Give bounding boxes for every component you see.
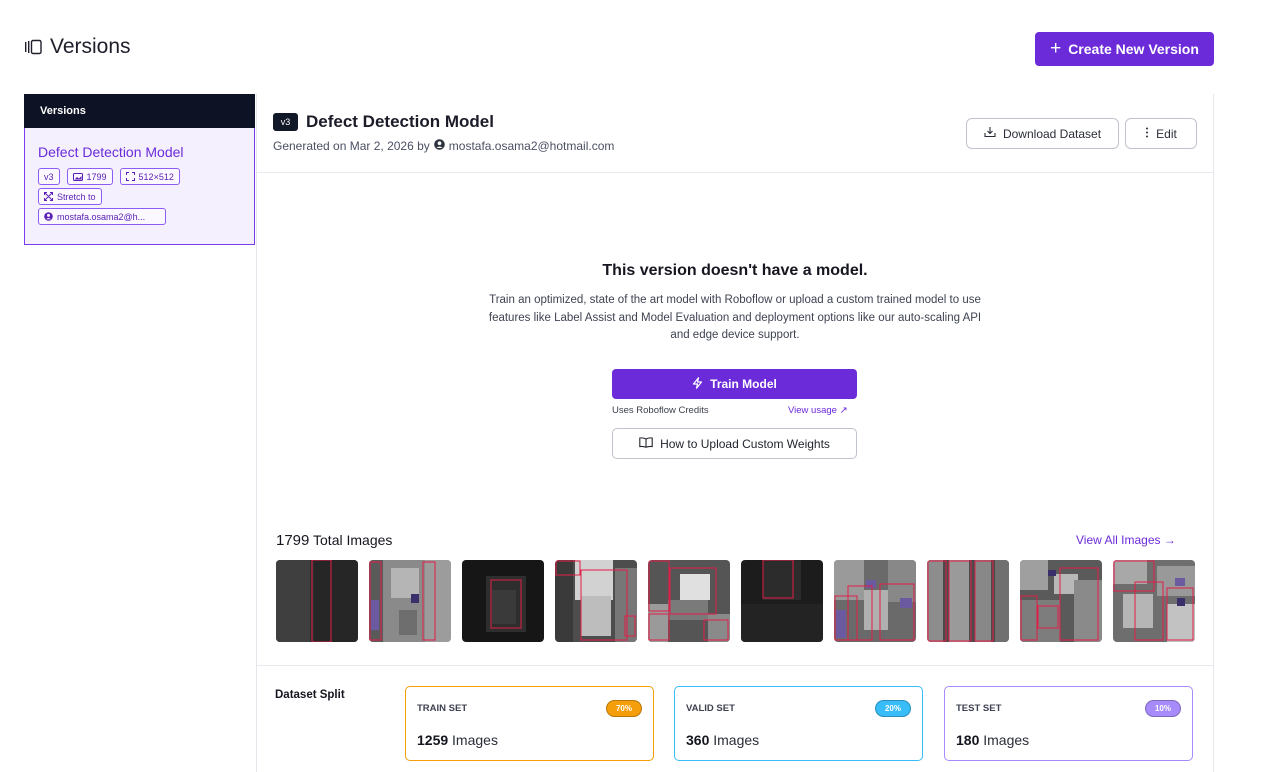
view-usage-link[interactable]: View usage ↗ xyxy=(788,405,848,416)
lightning-icon xyxy=(692,376,703,392)
train-set-name: TRAIN SET xyxy=(417,703,468,714)
version-card-v3[interactable]: Defect Detection Model v3 1799 512×512 S… xyxy=(24,128,255,245)
page-title: Versions xyxy=(24,35,131,59)
valid-set-count-value: 360 xyxy=(686,732,710,748)
versions-sidebar: Versions Defect Detection Model v3 1799 … xyxy=(24,94,255,245)
resize-chip-label: Stretch to xyxy=(57,191,96,202)
image-thumbnail[interactable] xyxy=(927,560,1009,642)
version-chip: v3 xyxy=(38,168,60,185)
image-thumbnails xyxy=(276,560,1195,642)
plus-icon: + xyxy=(1050,37,1062,59)
no-model-title: This version doesn't have a model. xyxy=(602,262,868,279)
version-badge: v3 xyxy=(273,113,298,131)
valid-set-name: VALID SET xyxy=(686,703,735,714)
total-images: 1799 Total Images xyxy=(276,532,392,549)
create-new-version-button[interactable]: + Create New Version xyxy=(1035,32,1214,66)
top-bar: Versions + Create New Version xyxy=(0,0,1266,94)
train-set-count-value: 1259 xyxy=(417,732,449,748)
upload-custom-weights-label: How to Upload Custom Weights xyxy=(660,436,830,451)
images-chip: 1799 xyxy=(66,168,113,185)
image-icon xyxy=(72,172,83,181)
version-card-title: Defect Detection Model xyxy=(38,144,184,160)
generated-user: mostafa.osama2@hotmail.com xyxy=(448,139,615,153)
no-model-description: Train an optimized, state of the art mod… xyxy=(488,294,982,341)
train-set-card: TRAIN SET 70% 1259 Images xyxy=(405,686,654,761)
image-thumbnail[interactable] xyxy=(834,560,916,642)
image-thumbnail[interactable] xyxy=(276,560,358,642)
valid-set-count: 360 Images xyxy=(686,732,759,748)
test-set-card: TEST SET 10% 180 Images xyxy=(944,686,1193,761)
train-model-button[interactable]: Train Model xyxy=(612,369,857,399)
generated-info: Generated on Mar 2, 2026 by mostafa.osam… xyxy=(273,139,614,153)
generated-text: Generated on Mar 2, 2026 by xyxy=(273,139,430,153)
test-set-count-unit: Images xyxy=(983,732,1030,748)
credits-note: Uses Roboflow Credits xyxy=(612,405,709,416)
download-icon xyxy=(984,126,996,141)
book-icon xyxy=(639,436,653,451)
sidebar-header: Versions xyxy=(24,94,255,128)
user-chip: mostafa.osama2@h... xyxy=(38,208,166,225)
train-set-percent-badge: 70% xyxy=(605,700,642,717)
user-chip-label: mostafa.osama2@h... xyxy=(57,211,146,222)
user-icon xyxy=(433,139,445,153)
dataset-split-label: Dataset Split xyxy=(275,689,345,701)
image-thumbnail[interactable] xyxy=(648,560,730,642)
download-dataset-label: Download Dataset xyxy=(1002,126,1102,141)
edit-label: Edit xyxy=(1156,126,1177,141)
valid-set-count-unit: Images xyxy=(713,732,760,748)
test-set-name: TEST SET xyxy=(956,703,1002,714)
train-set-count: 1259 Images xyxy=(417,732,498,748)
download-dataset-button[interactable]: Download Dataset xyxy=(966,118,1119,149)
user-icon xyxy=(44,212,53,221)
stretch-icon xyxy=(44,192,53,201)
test-set-count: 180 Images xyxy=(956,732,1029,748)
dataset-split-section: Dataset Split TRAIN SET 70% 1259 Images … xyxy=(257,665,1213,772)
test-set-count-value: 180 xyxy=(956,732,980,748)
image-thumbnail[interactable] xyxy=(741,560,823,642)
total-images-count: 1799 xyxy=(276,532,310,549)
expand-icon xyxy=(125,172,135,181)
more-vertical-icon xyxy=(1145,127,1149,141)
image-thumbnail[interactable] xyxy=(369,560,451,642)
version-header: v3 Defect Detection Model Generated on M… xyxy=(257,94,1213,173)
model-title: Defect Detection Model xyxy=(306,112,494,131)
image-thumbnail[interactable] xyxy=(462,560,544,642)
image-thumbnail[interactable] xyxy=(1113,560,1195,642)
view-all-images-link[interactable]: View All Images → xyxy=(1076,533,1176,547)
create-new-version-label: Create New Version xyxy=(1068,41,1199,57)
version-chip-label: v3 xyxy=(44,171,54,182)
edit-button[interactable]: Edit xyxy=(1125,118,1197,149)
test-set-percent-badge: 10% xyxy=(1144,700,1181,717)
valid-set-card: VALID SET 20% 360 Images xyxy=(674,686,923,761)
resize-chip: Stretch to xyxy=(38,188,102,205)
upload-custom-weights-button[interactable]: How to Upload Custom Weights xyxy=(612,428,857,459)
image-thumbnail[interactable] xyxy=(1020,560,1102,642)
total-images-label: Total Images xyxy=(313,532,393,548)
image-thumbnail[interactable] xyxy=(555,560,637,642)
size-chip-label: 512×512 xyxy=(138,171,174,182)
versions-icon xyxy=(24,38,42,56)
valid-set-percent-badge: 20% xyxy=(874,700,911,717)
train-set-count-unit: Images xyxy=(452,732,498,748)
version-detail-panel: v3 Defect Detection Model Generated on M… xyxy=(256,94,1214,772)
size-chip: 512×512 xyxy=(119,168,180,185)
images-chip-label: 1799 xyxy=(86,171,107,182)
page-title-text: Versions xyxy=(50,35,131,58)
train-model-label: Train Model xyxy=(710,377,777,391)
